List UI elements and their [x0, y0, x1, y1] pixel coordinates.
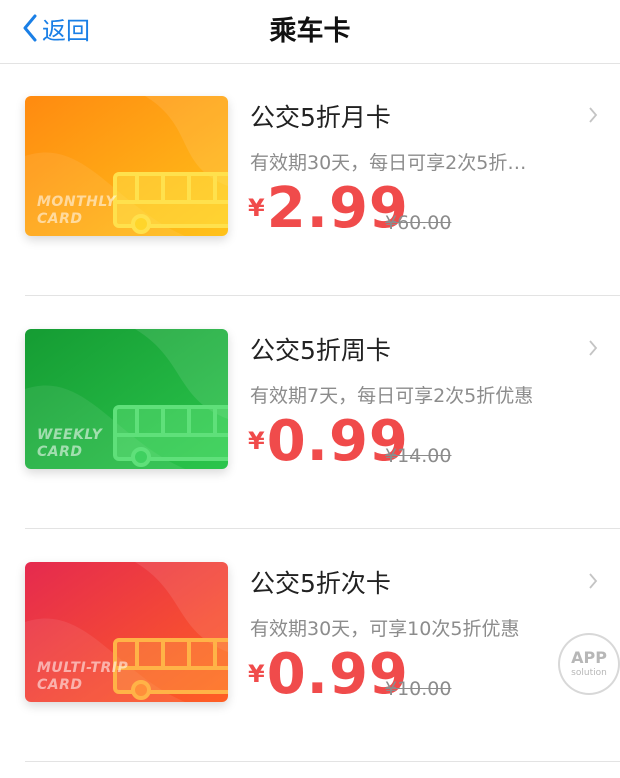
card-image-weekly: WEEKLY CARD: [25, 329, 228, 469]
card-label: WEEKLY CARD: [37, 427, 103, 460]
card-description: 有效期30天，可享10次5折优惠: [250, 618, 520, 640]
divider: [25, 761, 620, 762]
card-name: 公交5折月卡: [250, 103, 391, 132]
watermark-logo: APP solution: [558, 633, 620, 695]
card-item-weekly[interactable]: WEEKLY CARD 公交5折周卡 有效期7天，每日可享2次5折优惠 ¥ 0.…: [0, 297, 620, 529]
currency-symbol: ¥: [248, 660, 265, 688]
card-label: MONTHLY CARD: [37, 194, 117, 227]
divider: [25, 528, 620, 529]
divider: [25, 295, 620, 296]
chevron-right-icon[interactable]: [588, 106, 598, 124]
original-price: ¥60.00: [385, 212, 452, 234]
card-label: MULTI-TRIP CARD: [37, 660, 129, 693]
original-price: ¥14.00: [385, 445, 452, 467]
currency-symbol: ¥: [248, 427, 265, 455]
card-description: 有效期30天，每日可享2次5折…: [250, 152, 527, 174]
card-item-multi-trip[interactable]: MULTI-TRIP CARD 公交5折次卡 有效期30天，可享10次5折优惠 …: [0, 530, 620, 762]
page-title: 乘车卡: [269, 16, 351, 47]
card-name: 公交5折周卡: [250, 336, 391, 365]
card-image-multi-trip: MULTI-TRIP CARD: [25, 562, 228, 702]
card-image-monthly: MONTHLY CARD: [25, 96, 228, 236]
card-item-monthly[interactable]: MONTHLY CARD 公交5折月卡 有效期30天，每日可享2次5折… ¥ 2…: [0, 64, 620, 296]
navigation-bar: 返回 乘车卡: [0, 0, 620, 64]
chevron-right-icon[interactable]: [588, 572, 598, 590]
original-price: ¥10.00: [385, 678, 452, 700]
card-name: 公交5折次卡: [250, 569, 391, 598]
chevron-right-icon[interactable]: [588, 339, 598, 357]
currency-symbol: ¥: [248, 194, 265, 222]
card-description: 有效期7天，每日可享2次5折优惠: [250, 385, 534, 407]
